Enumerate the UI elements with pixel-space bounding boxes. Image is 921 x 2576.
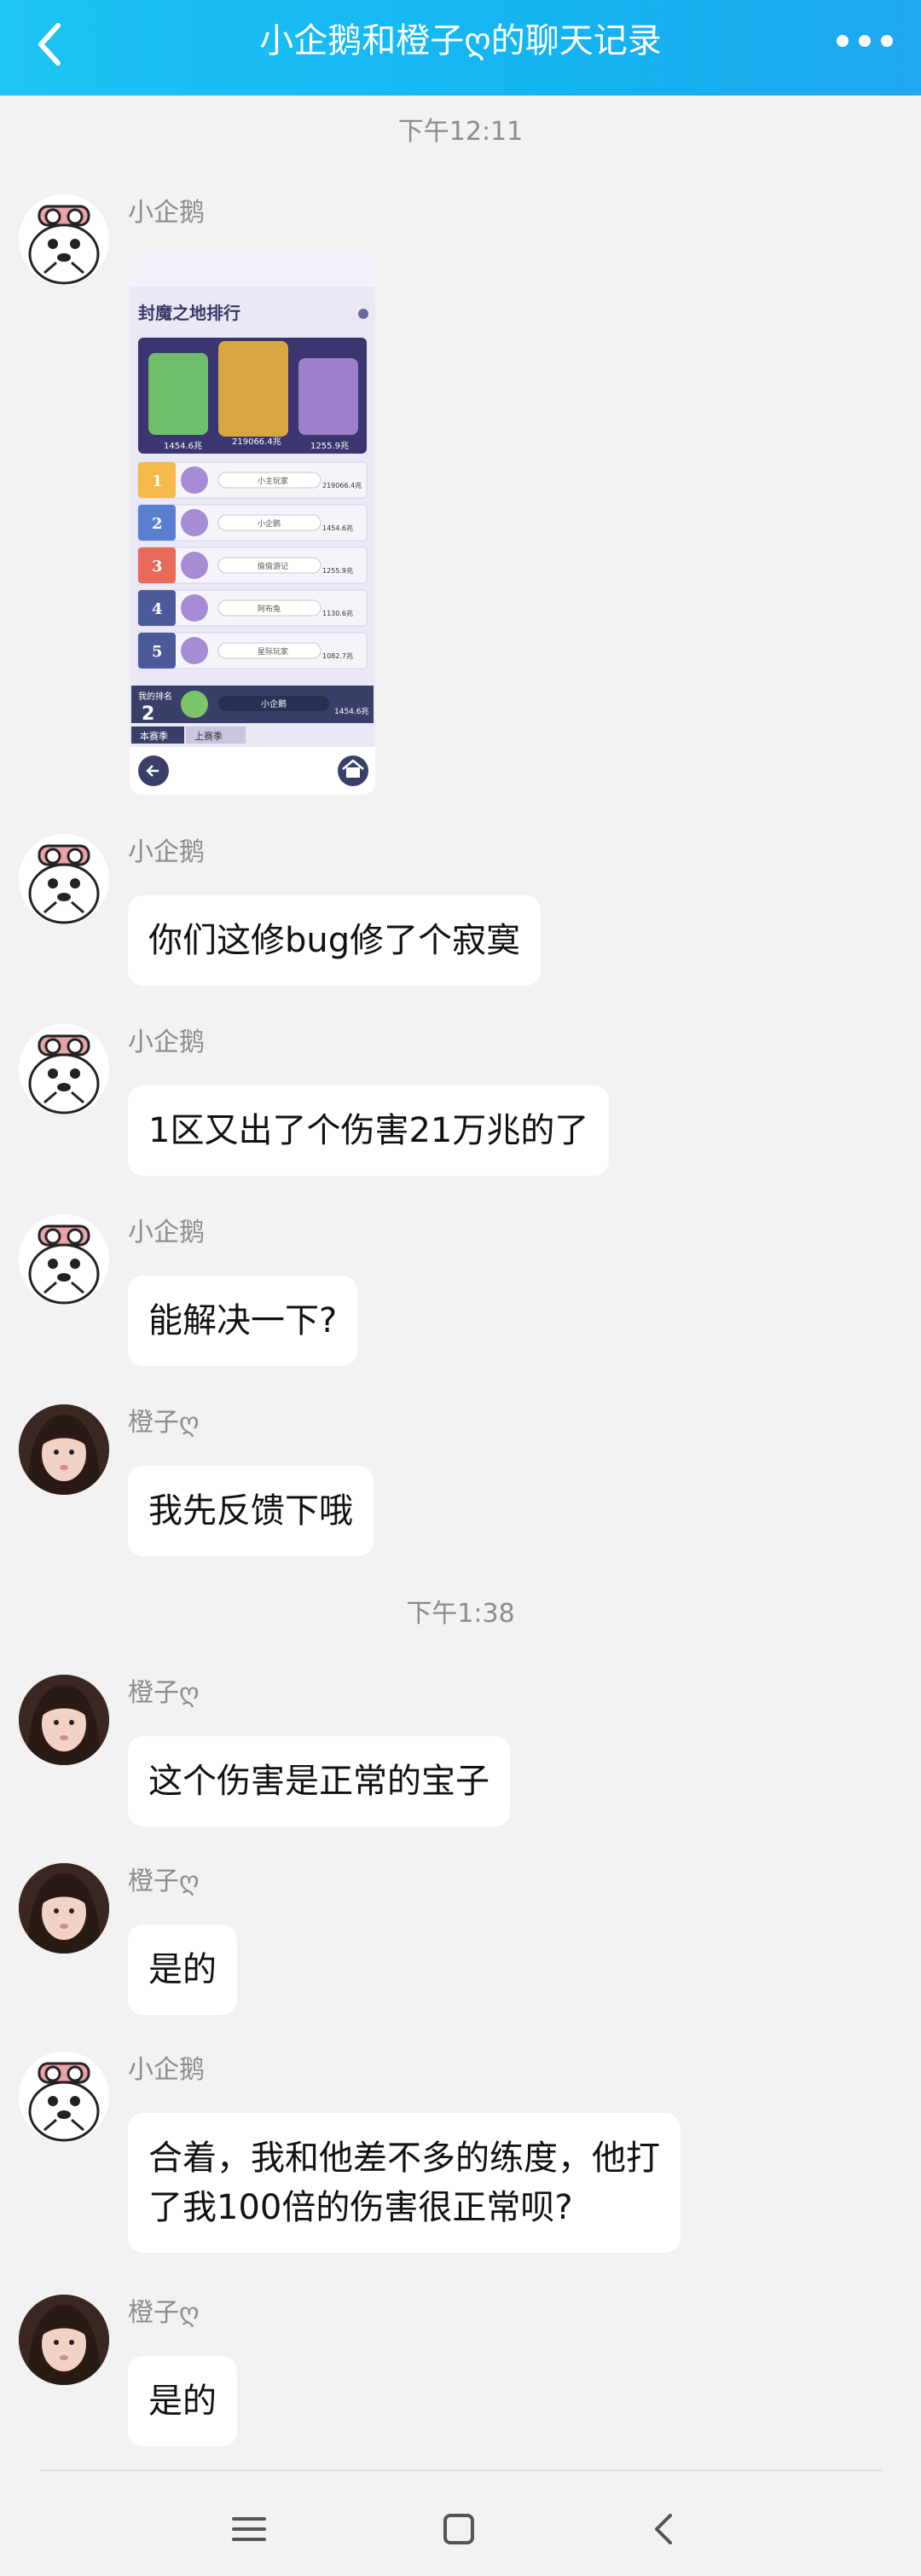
player-name: 小主玩家 — [258, 476, 288, 486]
sender-name: 小企鹅 — [128, 2055, 205, 2085]
svg-text:上赛季: 上赛季 — [194, 730, 223, 742]
player-value: 1454.6兆 — [322, 524, 353, 532]
avatar[interactable] — [19, 1863, 109, 1954]
player-value: 1255.9兆 — [322, 566, 353, 575]
my-rank-value: 1454.6兆 — [334, 707, 369, 716]
sender-name: 橙子ღ — [128, 1408, 200, 1438]
rank-number: 5 — [152, 643, 163, 661]
sender-name: 小企鹅 — [128, 198, 205, 228]
penguin-avatar-icon — [19, 1024, 109, 1114]
avatar[interactable] — [19, 2052, 109, 2142]
svg-text:本赛季: 本赛季 — [140, 730, 168, 742]
sender-name: 小企鹅 — [128, 837, 205, 867]
avatar[interactable] — [19, 1404, 109, 1495]
podium-value-third: 1255.9兆 — [310, 441, 349, 451]
divider — [39, 2469, 882, 2471]
player-value: 219066.4兆 — [322, 481, 362, 489]
penguin-avatar-icon — [19, 2052, 109, 2142]
message-bubble[interactable]: 是的 — [128, 1925, 237, 2015]
penguin-avatar-icon — [19, 834, 109, 924]
sender-name: 橙子ღ — [128, 1678, 200, 1708]
sender-name: 橙子ღ — [128, 1867, 200, 1896]
my-rank-number: 2 — [142, 703, 154, 725]
avatar[interactable] — [19, 1675, 109, 1765]
podium-third — [298, 358, 358, 435]
more-dots-icon[interactable] — [831, 22, 899, 70]
player-value: 1082.7兆 — [322, 651, 353, 660]
avatar[interactable] — [19, 1214, 109, 1305]
message-bubble[interactable]: 是的 — [128, 2356, 237, 2446]
player-name: 偷偷游记 — [258, 561, 288, 571]
rank-number: 2 — [152, 515, 163, 533]
penguin-avatar-icon — [19, 194, 109, 285]
girl-avatar-icon — [19, 1675, 109, 1765]
message-bubble[interactable]: 你们这修bug修了个寂寞 — [128, 895, 542, 986]
image-message[interactable]: 封魔之地排行 1454.6兆 219066.4兆 1255.9兆 1 小主玩家 21… — [130, 252, 375, 795]
my-rank-label: 我的排名 — [138, 691, 172, 702]
avatar[interactable] — [19, 194, 109, 285]
girl-avatar-icon — [19, 2295, 109, 2385]
message-bubble[interactable]: 1区又出了个伤害21万兆的了 — [128, 1085, 610, 1176]
timestamp: 下午12:11 — [397, 117, 524, 147]
player-avatar — [181, 466, 208, 494]
rank-number: 1 — [152, 472, 163, 490]
avatar[interactable] — [19, 1024, 109, 1114]
podium-second — [148, 353, 208, 435]
timestamp: 下午1:38 — [406, 1599, 515, 1629]
player-avatar — [181, 552, 208, 579]
home-square-icon[interactable] — [425, 2495, 493, 2563]
message-bubble[interactable]: 这个伤害是正常的宝子 — [128, 1736, 510, 1826]
avatar[interactable] — [19, 2295, 109, 2385]
message-bubble[interactable]: 合着，我和他差不多的练度，他打 了我100倍的伤害很正常呗? — [128, 2113, 681, 2253]
player-avatar — [181, 594, 208, 622]
sender-name: 小企鹅 — [128, 1218, 205, 1247]
sender-name: 橙子ღ — [128, 2298, 200, 2328]
message-bubble[interactable]: 我先反馈下哦 — [128, 1466, 374, 1556]
nav-back-icon[interactable] — [631, 2495, 699, 2563]
menu-lines-icon[interactable] — [215, 2495, 283, 2563]
penguin-avatar-icon — [19, 1214, 109, 1305]
player-value: 1130.6兆 — [322, 609, 353, 617]
my-rank-name: 小企鹅 — [261, 698, 287, 709]
player-avatar — [181, 637, 208, 664]
rank-number: 4 — [152, 600, 163, 618]
player-name: 星际玩家 — [258, 646, 288, 657]
player-avatar — [181, 509, 208, 536]
avatar[interactable] — [19, 834, 109, 924]
chat-header: 小企鹅和橙子ღ的聊天记录 — [0, 0, 921, 96]
chat-title: 小企鹅和橙子ღ的聊天记录 — [259, 21, 662, 61]
player-name: 阿布兔 — [258, 604, 281, 614]
podium-value-first: 219066.4兆 — [232, 437, 281, 447]
girl-avatar-icon — [19, 1863, 109, 1954]
ranking-title: 封魔之地排行 — [138, 303, 240, 323]
girl-avatar-icon — [19, 1404, 109, 1495]
sender-name: 小企鹅 — [128, 1028, 205, 1057]
podium-value-second: 1454.6兆 — [164, 441, 202, 451]
player-name: 小企鹅 — [258, 518, 281, 529]
message-bubble[interactable]: 能解决一下? — [128, 1276, 358, 1366]
system-nav-bar — [0, 2469, 921, 2576]
podium-first — [218, 341, 288, 437]
rank-number: 3 — [152, 558, 163, 576]
